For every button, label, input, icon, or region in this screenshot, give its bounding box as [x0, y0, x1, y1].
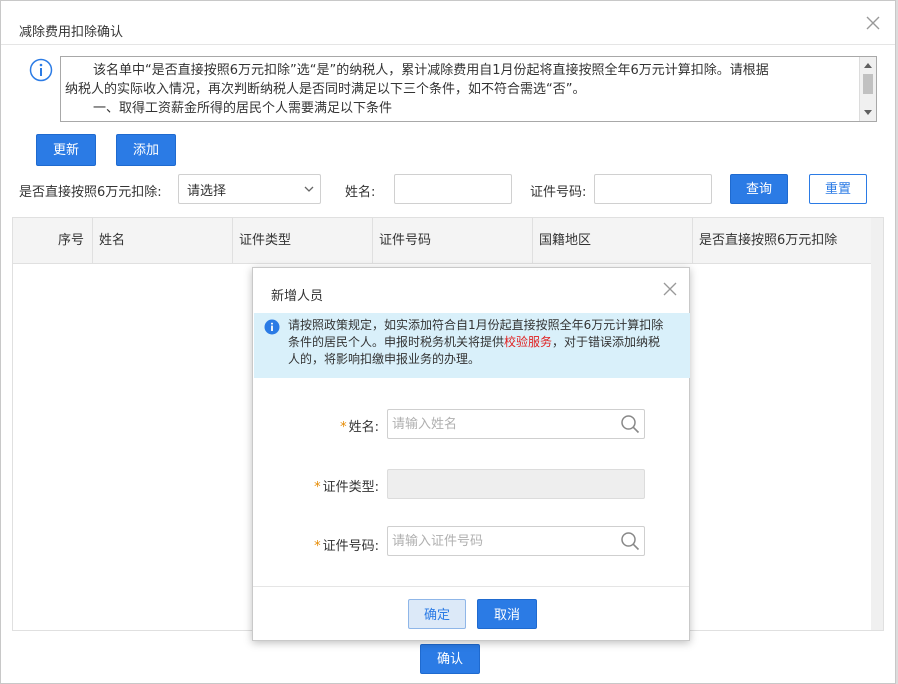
name-field-label: * 姓名: [333, 416, 379, 435]
modal-title: 新增人员 [271, 289, 324, 304]
id-filter-label: 证件号码: [530, 185, 587, 200]
column-header-id-type: 证件类型 [233, 218, 373, 264]
scroll-up-icon[interactable] [864, 63, 872, 68]
notice-text: 该名单中“是否直接按照6万元扣除”选“是”的纳税人，累计减除费用自1月份起将直接… [65, 61, 855, 118]
scroll-thumb[interactable] [863, 74, 873, 94]
verify-service-link[interactable]: 校验服务 [504, 335, 552, 349]
required-mark: * [314, 539, 321, 554]
name-field-input[interactable] [387, 409, 645, 439]
modal-close-icon[interactable] [663, 282, 677, 296]
notice-line-2: 纳税人的实际收入情况，再次判断纳税人是否同时满足以下三个条件，如不符合需选“否”… [65, 82, 586, 97]
id-type-field-label: * 证件类型: [293, 476, 379, 495]
cancel-button[interactable]: 取消 [477, 599, 537, 629]
id-type-field-select [387, 469, 645, 499]
id-type-field-label-text: 证件类型: [322, 480, 379, 495]
confirm-button[interactable]: 确认 [420, 644, 480, 674]
id-number-field-input[interactable] [387, 526, 645, 556]
modal-footer-divider [253, 586, 689, 587]
column-header-nationality: 国籍地区 [533, 218, 693, 264]
required-mark: * [340, 420, 347, 435]
info-line-1: 请按照政策规定，如实添加符合自1月份起直接按照全年6万元计算扣除 [288, 318, 664, 332]
notice-scrollbar[interactable] [859, 57, 876, 121]
column-header-index: 序号 [13, 218, 93, 264]
column-header-id-number: 证件号码 [373, 218, 533, 264]
policy-info-text: 请按照政策规定，如实添加符合自1月份起直接按照全年6万元计算扣除 条件的居民个人… [288, 317, 684, 368]
info-filled-icon [264, 319, 280, 335]
dialog-title: 减除费用扣除确认 [19, 25, 124, 40]
required-mark: * [314, 480, 321, 495]
notice-line-1: 该名单中“是否直接按照6万元扣除”选“是”的纳税人，累计减除费用自1月份起将直接… [93, 63, 769, 78]
id-filter-input[interactable] [594, 174, 712, 204]
info-line-3: 人的，将影响扣缴申报业务的办理。 [288, 352, 481, 366]
info-line-2-post: ，对于错误添加纳税 [552, 335, 661, 349]
name-field-label-text: 姓名: [348, 420, 379, 435]
id-number-field-label: * 证件号码: [293, 535, 379, 554]
close-icon[interactable] [865, 15, 881, 31]
notice-line-3: 一、取得工资薪金所得的居民个人需要满足以下条件 [93, 101, 393, 116]
notice-textarea[interactable]: 该名单中“是否直接按照6万元扣除”选“是”的纳税人，累计减除费用自1月份起将直接… [60, 56, 877, 122]
chevron-down-icon [304, 186, 314, 192]
info-line-2-pre: 条件的居民个人。申报时税务机关将提供 [288, 335, 505, 349]
dialog-header: 减除费用扣除确认 [1, 1, 895, 45]
name-filter-label: 姓名: [345, 185, 376, 200]
add-button[interactable]: 添加 [116, 134, 176, 166]
add-person-modal: 新增人员 请按照政策规定，如实添加符合自1月份起直接按照全年6万元计算扣除 条件… [252, 267, 690, 641]
ok-button[interactable]: 确定 [408, 599, 466, 629]
table-scrollbar[interactable] [871, 218, 883, 630]
id-number-field-label-text: 证件号码: [322, 539, 379, 554]
direct-deduct-select[interactable]: 请选择 [178, 174, 321, 204]
direct-deduct-selected-value: 请选择 [187, 183, 227, 199]
notice-panel: 该名单中“是否直接按照6万元扣除”选“是”的纳税人，累计减除费用自1月份起将直接… [25, 54, 877, 122]
column-header-direct-deduct: 是否直接按照6万元扣除 [699, 233, 838, 248]
info-line-2: 条件的居民个人。申报时税务机关将提供校验服务，对于错误添加纳税 [288, 334, 684, 351]
query-button[interactable]: 查询 [730, 174, 788, 204]
direct-deduct-label: 是否直接按照6万元扣除: [19, 185, 162, 200]
search-icon[interactable] [620, 414, 640, 434]
search-icon[interactable] [620, 531, 640, 551]
table-header: 序号 姓名 证件类型 证件号码 国籍地区 是否直接按照6万元扣除 [13, 218, 873, 264]
reset-button[interactable]: 重置 [809, 174, 867, 204]
column-header-name: 姓名 [93, 218, 233, 264]
scroll-down-icon[interactable] [864, 110, 872, 115]
info-circle-icon [29, 58, 53, 82]
name-filter-input[interactable] [394, 174, 512, 204]
update-button[interactable]: 更新 [36, 134, 96, 166]
policy-info-banner: 请按照政策规定，如实添加符合自1月份起直接按照全年6万元计算扣除 条件的居民个人… [254, 313, 690, 378]
